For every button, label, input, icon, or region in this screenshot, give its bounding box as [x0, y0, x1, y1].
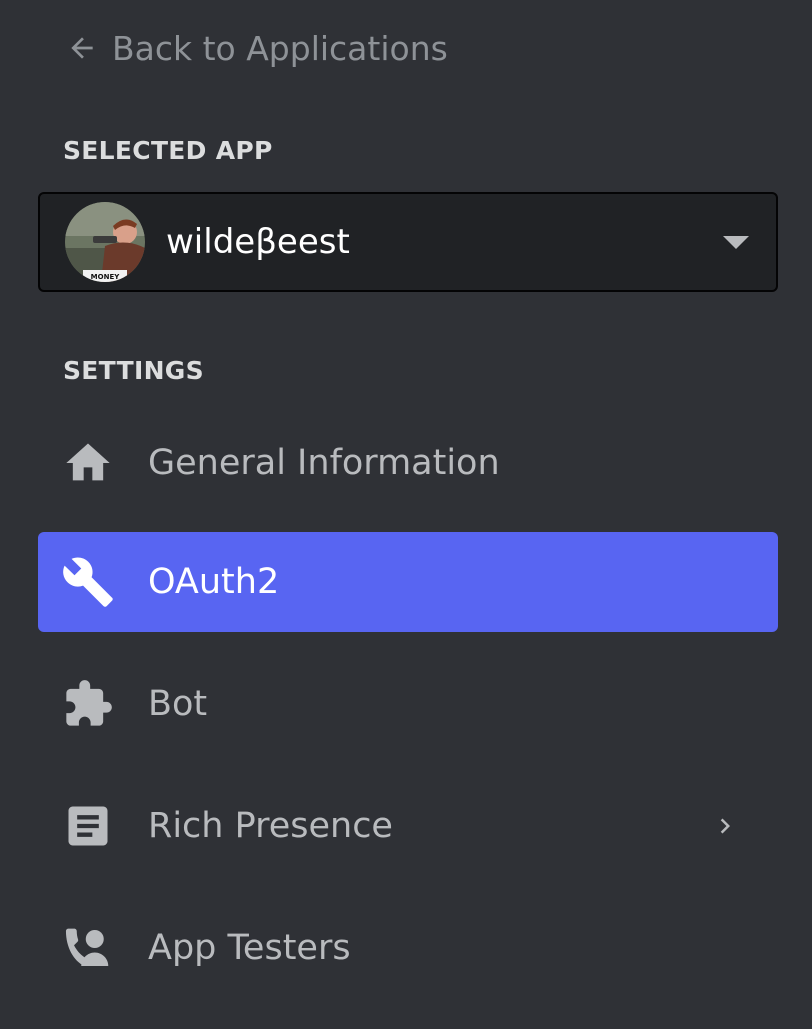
caret-down-icon: [723, 235, 749, 249]
nav-item-label: App Testers: [148, 928, 351, 968]
chevron-right-icon: [710, 811, 740, 841]
settings-header: SETTINGS: [63, 356, 204, 385]
document-icon: [60, 798, 116, 854]
selected-app-header: SELECTED APP: [63, 136, 273, 165]
nav-item-label: Rich Presence: [148, 806, 393, 846]
wrench-icon: [60, 554, 116, 610]
nav-item-app-testers[interactable]: App Testers: [38, 898, 778, 998]
home-icon: [60, 435, 116, 491]
back-to-applications-label: Back to Applications: [112, 28, 448, 68]
nav-item-bot[interactable]: Bot: [38, 654, 778, 754]
app-avatar: MONEY: [65, 202, 145, 282]
nav-item-label: General Information: [148, 443, 500, 483]
arrow-left-icon: [66, 32, 98, 64]
nav-item-label: Bot: [148, 684, 208, 724]
puzzle-icon: [60, 676, 116, 732]
nav-item-general-information[interactable]: General Information: [38, 413, 778, 513]
app-selector-dropdown[interactable]: MONEY wildeβeest: [38, 192, 778, 292]
svg-text:MONEY: MONEY: [91, 273, 121, 281]
nav-item-rich-presence[interactable]: Rich Presence: [38, 776, 778, 876]
back-to-applications-link[interactable]: Back to Applications: [66, 26, 448, 70]
nav-item-label: OAuth2: [148, 562, 280, 602]
selected-app-name: wildeβeest: [166, 222, 350, 262]
nav-item-oauth2[interactable]: OAuth2: [38, 532, 778, 632]
person-phone-icon: [60, 920, 116, 976]
